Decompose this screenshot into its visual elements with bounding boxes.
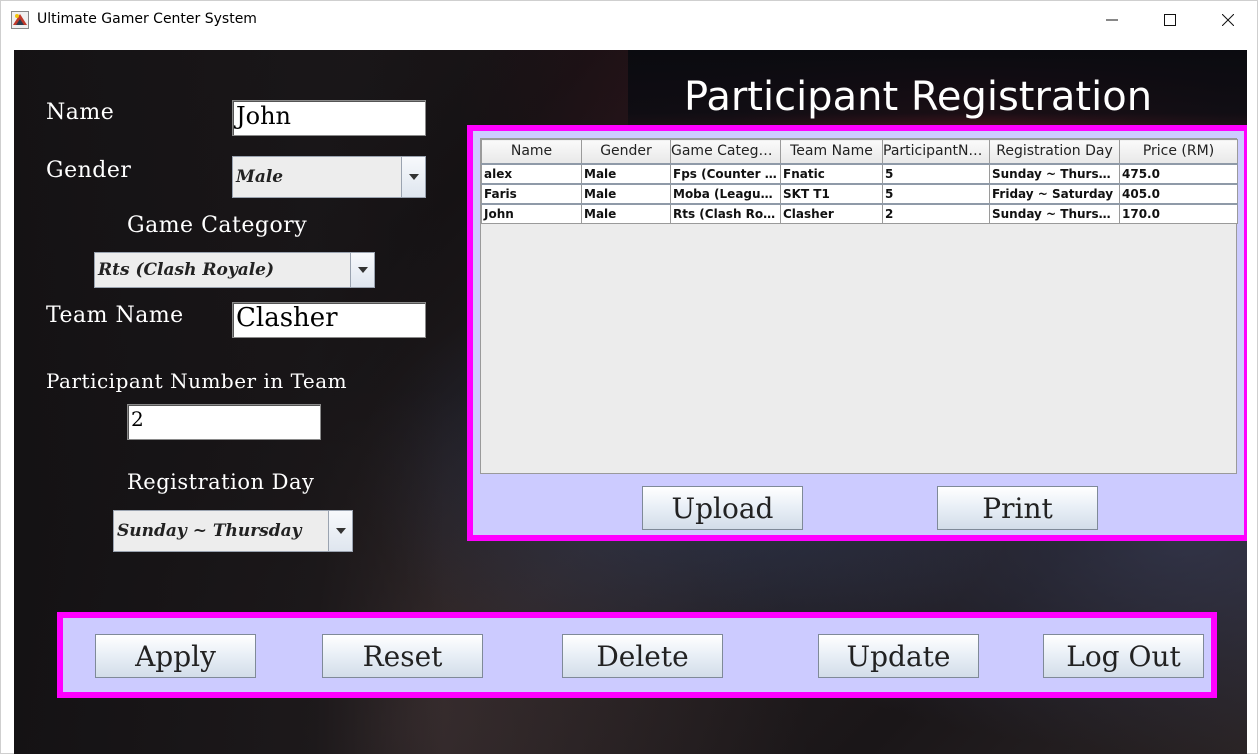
table-cell[interactable]: Fnatic bbox=[780, 162, 883, 184]
table-cell[interactable]: 475.0 bbox=[1119, 162, 1238, 184]
chevron-down-icon[interactable] bbox=[350, 253, 374, 287]
apply-button[interactable]: Apply bbox=[95, 634, 256, 678]
column-header-game-category[interactable]: Game Category bbox=[670, 139, 781, 164]
column-header-participant-num[interactable]: ParticipantNum bbox=[882, 139, 990, 164]
chevron-down-icon[interactable] bbox=[401, 157, 425, 197]
table-cell[interactable]: 5 bbox=[882, 182, 990, 204]
column-header-gender[interactable]: Gender bbox=[581, 139, 671, 164]
participant-number-label: Participant Number in Team bbox=[46, 369, 348, 393]
chevron-down-icon[interactable] bbox=[328, 511, 352, 551]
table-cell[interactable]: 2 bbox=[882, 202, 990, 224]
actions-panel: Apply Reset Delete Update Log Out bbox=[57, 612, 1217, 698]
team-name-field[interactable]: Clasher bbox=[232, 302, 426, 338]
gender-label: Gender bbox=[46, 158, 132, 183]
team-name-label: Team Name bbox=[46, 303, 184, 328]
table-cell[interactable]: 405.0 bbox=[1119, 182, 1238, 204]
app-icon bbox=[11, 11, 29, 29]
game-category-select[interactable]: Rts (Clash Royale) bbox=[94, 252, 375, 288]
table-cell[interactable]: 5 bbox=[882, 162, 990, 184]
game-category-select-value: Rts (Clash Royale) bbox=[98, 260, 275, 280]
gender-select-value: Male bbox=[236, 167, 284, 187]
upload-button[interactable]: Upload bbox=[642, 486, 803, 530]
table-cell[interactable]: Sunday ~ Thursd... bbox=[989, 162, 1120, 184]
window-title: Ultimate Gamer Center System bbox=[37, 11, 257, 27]
table-cell[interactable]: Rts (Clash Roy... bbox=[670, 202, 781, 224]
table-row[interactable]: John Male Rts (Clash Roy... Clasher 2 Su… bbox=[481, 202, 1238, 224]
table-cell[interactable]: SKT T1 bbox=[780, 182, 883, 204]
minimize-icon bbox=[1106, 19, 1118, 21]
close-button[interactable] bbox=[1199, 1, 1257, 39]
registration-day-select-value: Sunday ~ Thursday bbox=[117, 521, 302, 541]
game-category-label: Game Category bbox=[127, 213, 308, 238]
logout-button[interactable]: Log Out bbox=[1043, 634, 1204, 678]
table-cell[interactable]: Faris bbox=[481, 182, 582, 204]
table-cell[interactable]: Clasher bbox=[780, 202, 883, 224]
table-cell[interactable]: Moba (League ... bbox=[670, 182, 781, 204]
print-button[interactable]: Print bbox=[937, 486, 1098, 530]
participants-panel: Name Gender Game Category Team Name Part… bbox=[467, 125, 1247, 541]
table-cell[interactable]: Fps (Counter S... bbox=[670, 162, 781, 184]
column-header-registration-day[interactable]: Registration Day bbox=[989, 139, 1120, 164]
maximize-button[interactable] bbox=[1141, 1, 1199, 39]
participants-table-scrollpane[interactable]: Name Gender Game Category Team Name Part… bbox=[480, 138, 1238, 474]
minimize-button[interactable] bbox=[1083, 1, 1141, 39]
table-row[interactable]: alex Male Fps (Counter S... Fnatic 5 Sun… bbox=[481, 162, 1238, 184]
update-button[interactable]: Update bbox=[818, 634, 979, 678]
table-cell[interactable]: Sunday ~ Thursd... bbox=[989, 202, 1120, 224]
column-header-price[interactable]: Price (RM) bbox=[1119, 139, 1238, 164]
delete-button[interactable]: Delete bbox=[562, 634, 723, 678]
table-cell[interactable]: Male bbox=[581, 202, 671, 224]
window-titlebar: Ultimate Gamer Center System bbox=[0, 0, 1258, 38]
close-icon bbox=[1222, 14, 1234, 26]
registration-day-select[interactable]: Sunday ~ Thursday bbox=[113, 510, 353, 552]
participant-number-field[interactable]: 2 bbox=[127, 404, 321, 440]
column-header-team-name[interactable]: Team Name bbox=[780, 139, 883, 164]
participants-table: Name Gender Game Category Team Name Part… bbox=[481, 139, 1238, 224]
table-cell[interactable]: Male bbox=[581, 162, 671, 184]
window-client-area: Participant Registration Name John Gende… bbox=[0, 38, 1258, 754]
table-cell[interactable]: alex bbox=[481, 162, 582, 184]
page-title: Participant Registration bbox=[684, 74, 1153, 120]
maximize-icon bbox=[1164, 14, 1176, 26]
table-cell[interactable]: Male bbox=[581, 182, 671, 204]
name-field[interactable]: John bbox=[232, 100, 426, 136]
table-cell[interactable]: Friday ~ Saturday bbox=[989, 182, 1120, 204]
table-header-row: Name Gender Game Category Team Name Part… bbox=[481, 139, 1238, 164]
table-cell[interactable]: 170.0 bbox=[1119, 202, 1238, 224]
table-cell[interactable]: John bbox=[481, 202, 582, 224]
column-header-name[interactable]: Name bbox=[481, 139, 582, 164]
gender-select[interactable]: Male bbox=[232, 156, 426, 198]
table-row[interactable]: Faris Male Moba (League ... SKT T1 5 Fri… bbox=[481, 182, 1238, 204]
reset-button[interactable]: Reset bbox=[322, 634, 483, 678]
name-label: Name bbox=[46, 100, 115, 125]
registration-day-label: Registration Day bbox=[127, 470, 315, 494]
background-image: Participant Registration Name John Gende… bbox=[14, 50, 1247, 754]
